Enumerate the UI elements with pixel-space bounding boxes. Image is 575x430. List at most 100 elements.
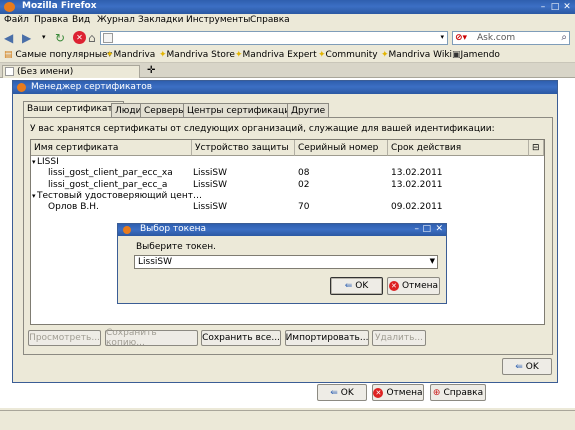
menu-tools[interactable]: Инструменты [186,15,250,25]
url-dropdown-icon[interactable]: ▾ [440,33,444,41]
firefox-icon [17,83,26,92]
back-icon[interactable]: ◀ [4,31,13,45]
folder-icon: ▤ [4,50,13,60]
star-icon: ✦ [381,50,389,60]
reload-icon[interactable]: ↻ [55,31,65,45]
star-icon: ✦ [159,50,167,60]
cert-serial: 08 [298,168,310,178]
cancel-icon: ✕ [388,281,399,291]
firefox-icon [4,2,15,12]
menu-view[interactable]: Вид [72,15,90,25]
minimize-icon[interactable]: – [538,2,548,12]
token-ok-button[interactable]: ⇚ OK [330,277,383,295]
tree-row[interactable]: Орлов В.Н. LissiSW 70 09.02.2011 [31,202,544,214]
column-serial[interactable]: Серийный номер [295,140,388,156]
bottom-cancel-button[interactable]: ✕ Отмена [372,384,424,401]
bookmarks-toolbar: ▤ Самые популярные▾ ✦Mandriva ✦Mandriva … [0,48,575,63]
column-cert-name[interactable]: Имя сертификата [31,140,192,156]
home-icon[interactable]: ⌂ [88,31,96,45]
maximize-icon[interactable]: □ [550,2,560,12]
bookmark-mandriva[interactable]: ✦Mandriva [106,50,155,60]
cert-name: Тестовый удостоверяющий цент… [37,191,202,201]
backup-all-button[interactable]: Сохранить все... [201,330,281,346]
dialog-title: Менеджер сертификатов [31,82,153,92]
menubar: Файл Правка Вид Журнал Закладки Инструме… [0,14,575,28]
menu-help[interactable]: Справка [250,15,290,25]
tab-authorities[interactable]: Центры сертификации [183,103,300,117]
star-icon: ✦ [235,50,243,60]
token-dialog-titlebar: Выбор токена – □ ✕ [118,224,446,236]
forward-icon[interactable]: ▶ [22,31,31,45]
bookmark-jamendo[interactable]: ▣Jamendo [452,50,500,60]
delete-button[interactable]: Удалить... [372,330,426,346]
search-icon[interactable]: ⌕ [561,32,567,43]
cert-name: lissi_gost_client_par_ecc_xa [48,168,173,178]
cert-expires: 13.02.2011 [391,168,443,178]
new-tab-icon[interactable]: ✛ [147,65,155,76]
search-placeholder: Ask.com [477,33,516,43]
cert-ok-button[interactable]: ⇚ OK [502,358,552,375]
cert-name: lissi_gost_client_par_ecc_a [48,180,168,190]
tab-your-certificates[interactable]: Ваши сертификаты [23,101,124,118]
ok-arrow-icon: ⇚ [330,387,338,398]
stop-icon[interactable]: ✕ [73,31,86,44]
ok-arrow-icon: ⇚ [344,281,353,291]
column-expires[interactable]: Срок действия [388,140,529,156]
menu-bookmarks[interactable]: Закладки [138,15,184,25]
view-button[interactable]: Просмотреть... [28,330,101,346]
bottom-help-button[interactable]: ⊕ Справка [430,384,486,401]
tab-description: У вас хранятся сертификаты от следующих … [30,124,495,134]
maximize-icon[interactable]: □ [422,224,431,234]
search-field[interactable]: ⊘▾ Ask.com ⌕ [452,31,570,45]
menu-edit[interactable]: Правка [34,15,68,25]
token-cancel-button[interactable]: ✕ Отмена [387,277,440,295]
cert-expires: 13.02.2011 [391,180,443,190]
import-button[interactable]: Импортировать... [285,330,369,346]
cert-device: LissiSW [193,180,228,190]
twisty-open-icon[interactable]: ▾ [32,192,36,200]
ok-arrow-icon: ⇚ [515,361,523,372]
cert-name: LISSI [37,157,59,167]
url-field[interactable]: ▾ [100,31,448,45]
bookmark-mandriva-expert[interactable]: ✦Mandriva Expert [235,50,317,60]
close-icon[interactable]: ✕ [435,224,443,234]
bookmark-community[interactable]: ✦Community [318,50,378,60]
tab-servers[interactable]: Серверы [140,103,190,117]
twisty-open-icon[interactable]: ▾ [32,158,36,166]
bookmark-mandriva-wiki[interactable]: ✦Mandriva Wiki [381,50,452,60]
cert-device: LissiSW [193,202,228,212]
minimize-icon[interactable]: – [415,224,420,234]
column-device[interactable]: Устройство защиты [192,140,295,156]
browser-tab[interactable]: (Без имени) [2,65,140,78]
bookmark-most-visited[interactable]: ▤ Самые популярные▾ [4,50,112,60]
column-picker-icon[interactable]: ⊟ [529,140,544,156]
close-icon[interactable]: ✕ [562,2,572,12]
token-selected-value: LissiSW [138,257,173,267]
token-select[interactable]: LissiSW ▼ [134,255,438,269]
dropdown-arrow-icon[interactable]: ▼ [430,257,435,265]
star-icon: ✦ [106,50,114,60]
bottom-ok-button[interactable]: ⇚ OK [317,384,367,401]
tab-others[interactable]: Другие [287,103,330,117]
tree-row[interactable]: lissi_gost_client_par_ecc_xa LissiSW 08 … [31,168,544,180]
history-dropdown-icon[interactable]: ▾ [42,33,46,41]
jamendo-icon: ▣ [452,50,461,60]
cert-expires: 09.02.2011 [391,202,443,212]
menu-history[interactable]: Журнал [97,15,135,25]
firefox-icon [123,226,131,234]
cert-device: LissiSW [193,168,228,178]
menu-file[interactable]: Файл [4,15,29,25]
tab-title: (Без имени) [17,67,74,77]
ask-engine-icon[interactable]: ⊘▾ [455,33,467,43]
page-icon [5,67,14,76]
firefox-titlebar: Mozilla Firefox – □ ✕ [0,0,575,14]
statusbar [0,410,575,430]
backup-button[interactable]: Сохранить копию... [105,328,198,348]
certificate-manager-titlebar: Менеджер сертификатов [13,81,557,94]
token-prompt: Выберите токен. [136,242,217,252]
star-icon: ✦ [318,50,326,60]
page-icon [103,33,113,43]
cancel-icon: ✕ [373,387,384,398]
bookmark-mandriva-store[interactable]: ✦Mandriva Store [159,50,235,60]
window-title: Mozilla Firefox [22,1,97,11]
